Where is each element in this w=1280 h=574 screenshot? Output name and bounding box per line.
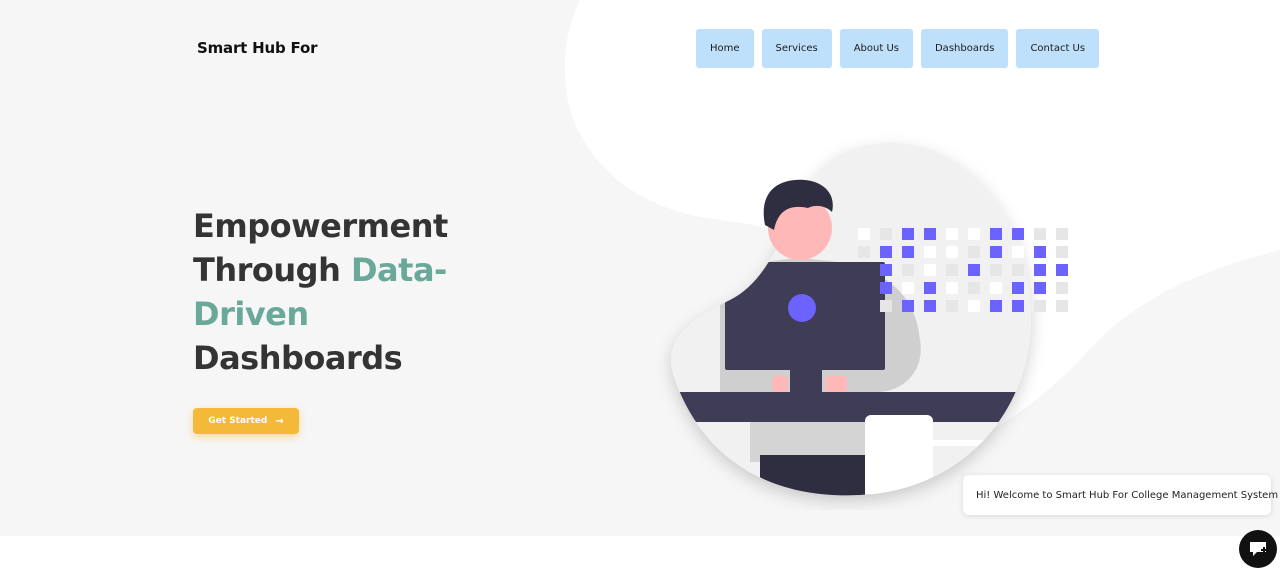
nav-contact-button[interactable]: Contact Us [1016, 29, 1100, 68]
hand-right [825, 376, 847, 392]
chair [865, 415, 933, 496]
get-started-button[interactable]: Get Started → [193, 408, 299, 434]
hero-headline: Empowerment Through Data- Driven Dashboa… [193, 204, 493, 380]
hero-illustration [671, 143, 1068, 496]
person-legs [760, 455, 870, 496]
headline-line-1: Empowerment [193, 207, 448, 245]
nav-dashboards-button[interactable]: Dashboards [920, 29, 1009, 68]
desk-line [920, 440, 1031, 446]
arrow-right-icon: → [275, 415, 284, 427]
brand-logo[interactable]: Smart Hub For College Management System [197, 39, 323, 59]
headline-accent-2: Driven [193, 295, 309, 333]
headline-line-4: Dashboards [193, 339, 403, 377]
monitor-stand [790, 370, 822, 394]
main-nav: Home Services About Us Dashboards Contac… [696, 29, 1100, 68]
monitor-logo-dot [788, 294, 816, 322]
nav-home-button[interactable]: Home [696, 29, 754, 68]
headline-line-2: Through [193, 251, 351, 289]
chat-welcome-bubble[interactable]: Hi! Welcome to Smart Hub For College Man… [963, 475, 1278, 515]
chat-icon [1250, 542, 1267, 556]
get-started-label: Get Started [208, 416, 268, 426]
hand-left [772, 376, 788, 392]
headline-accent-1: Data- [350, 251, 447, 289]
hero-section: Smart Hub For College Management System … [0, 0, 1280, 536]
nav-about-button[interactable]: About Us [839, 29, 913, 68]
nav-services-button[interactable]: Services [761, 29, 832, 68]
chat-launcher-button[interactable] [1239, 530, 1277, 568]
